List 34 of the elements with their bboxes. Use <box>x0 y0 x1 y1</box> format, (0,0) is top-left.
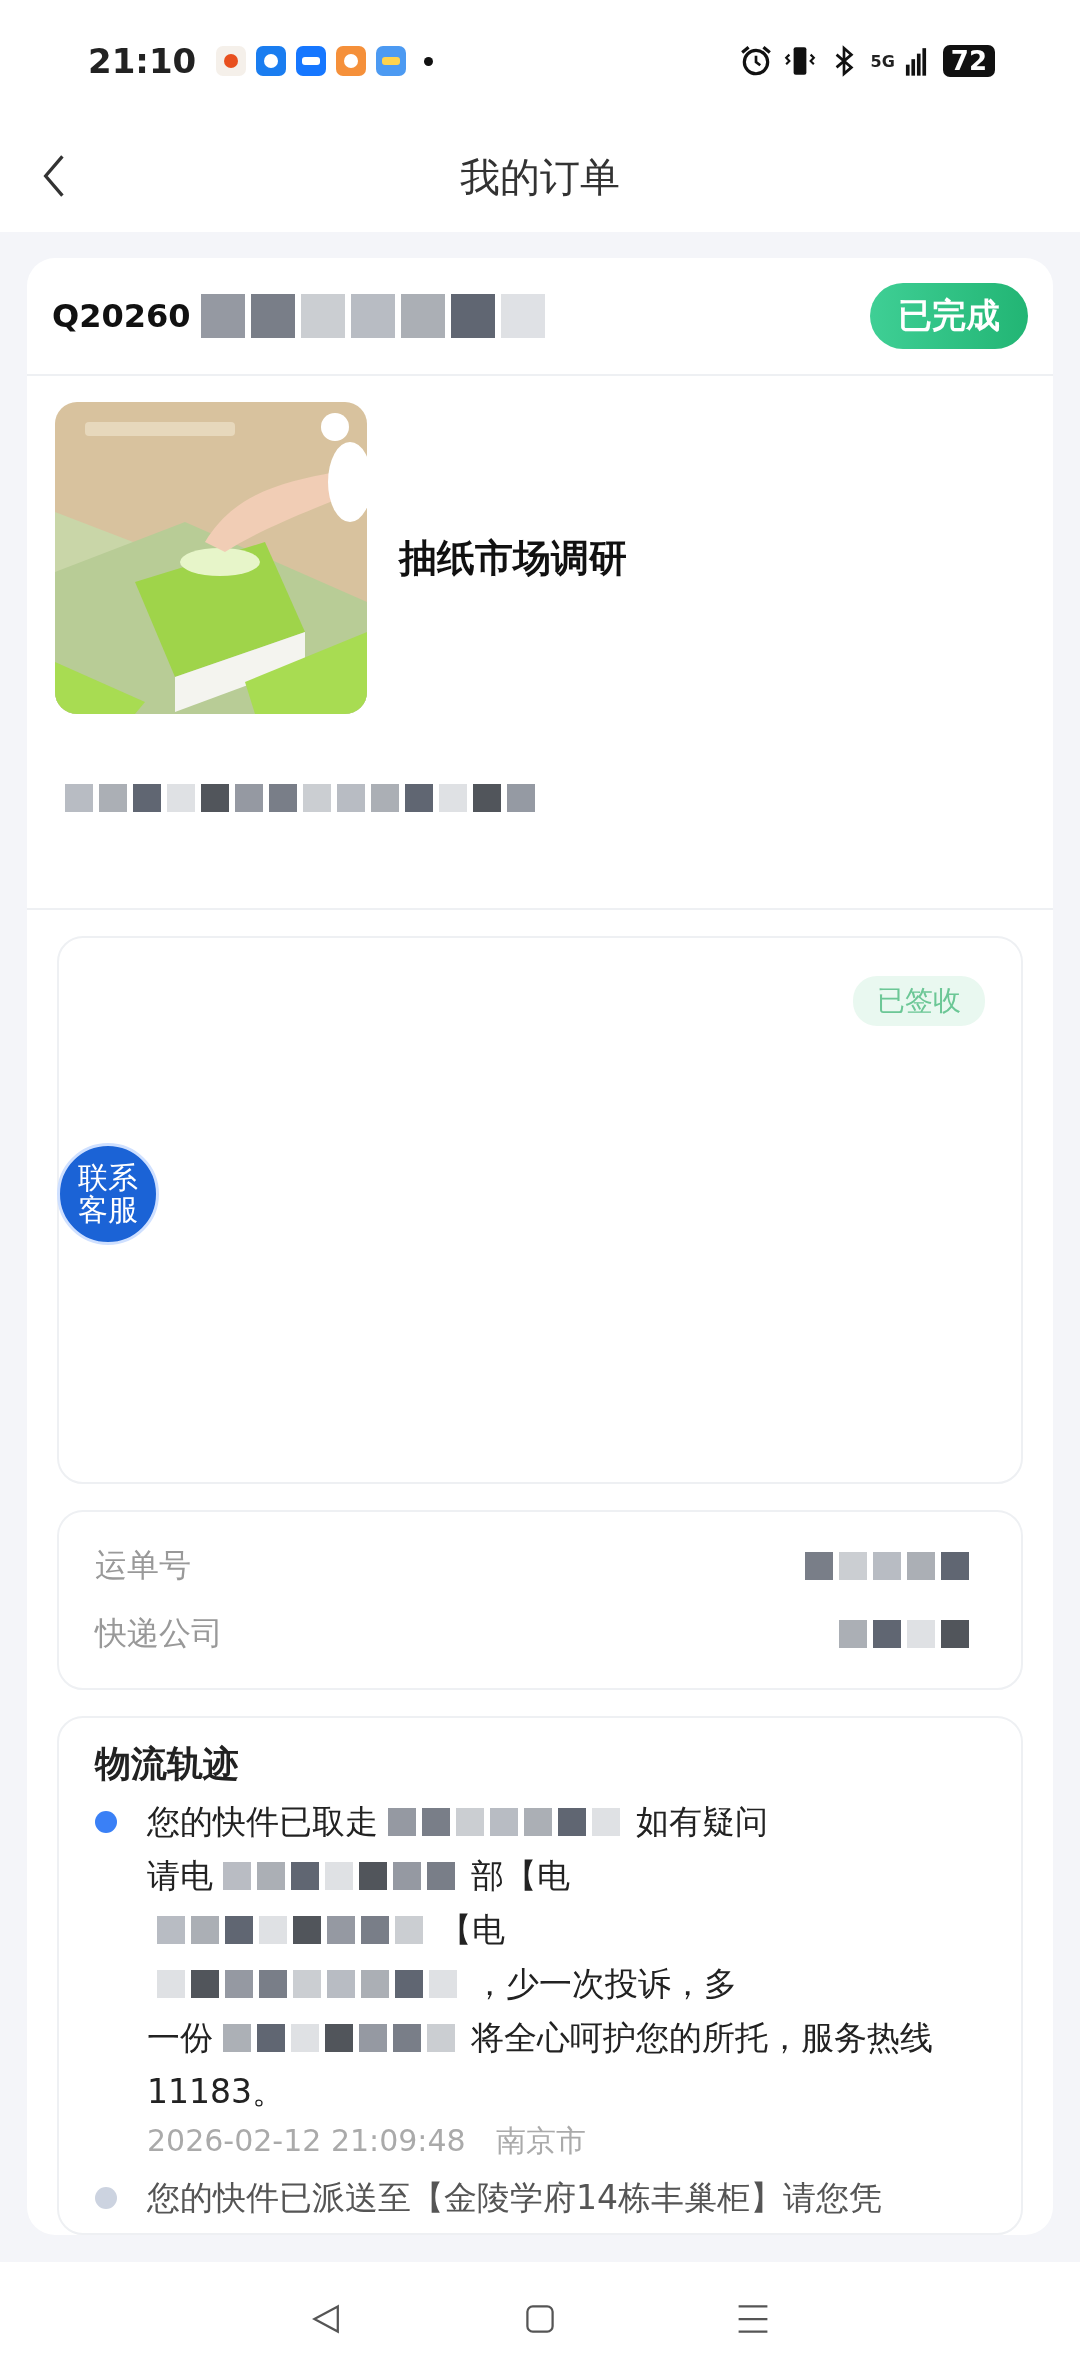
app-notification-icon <box>216 46 247 76</box>
battery-level: 72 <box>942 45 995 77</box>
page-title: 我的订单 <box>460 152 620 202</box>
tracking-text: 【电 <box>439 1909 505 1951</box>
network-label: 5G <box>870 51 895 71</box>
tracking-text: 如有疑问 <box>636 1801 768 1843</box>
app-notification-icon <box>256 46 287 76</box>
tracking-text: 11183。 <box>147 2071 285 2113</box>
product-title: 抽纸市场调研 <box>399 534 627 582</box>
tracking-text: 请电 <box>147 1855 213 1897</box>
vibrate-icon <box>782 44 817 78</box>
alarm-icon <box>738 44 773 78</box>
timestamp: 2026-02-12 21:09:48 <box>147 2122 466 2160</box>
tracking-text: 请您凭 <box>783 2177 882 2219</box>
city-label: 南京市 <box>495 2122 586 2160</box>
section-title: 物流轨迹 <box>95 1742 240 1786</box>
app-notification-icon <box>336 46 367 76</box>
tracking-text: 将全心呵护您的所托，服务热线 <box>471 2017 933 2059</box>
tracking-text: 部【电 <box>471 1855 570 1897</box>
tracking-text: ，少一次投诉，多 <box>473 1963 737 2005</box>
tracking-text: 您的快件已派送至【金陵学府14栋丰巢柜】 <box>147 2177 783 2219</box>
clock-time: 21:10 <box>88 41 197 81</box>
app-notification-icon <box>376 46 407 76</box>
tracking-text: 一份 <box>147 2017 213 2059</box>
field-label: 运单号 <box>95 1545 191 1586</box>
status-badge: 已完成 <box>870 283 1028 349</box>
contact-service-button[interactable]: 联系客服 <box>57 1143 159 1245</box>
field-label: 快递公司 <box>95 1613 223 1654</box>
signal-icon <box>904 46 927 76</box>
order-number: Q20260 <box>52 297 191 335</box>
app-notification-icon <box>296 46 327 76</box>
more-notifications-icon <box>424 56 434 66</box>
tracking-text: 您的快件已取走 <box>147 1801 378 1843</box>
delivery-status-badge: 已签收 <box>853 976 985 1026</box>
